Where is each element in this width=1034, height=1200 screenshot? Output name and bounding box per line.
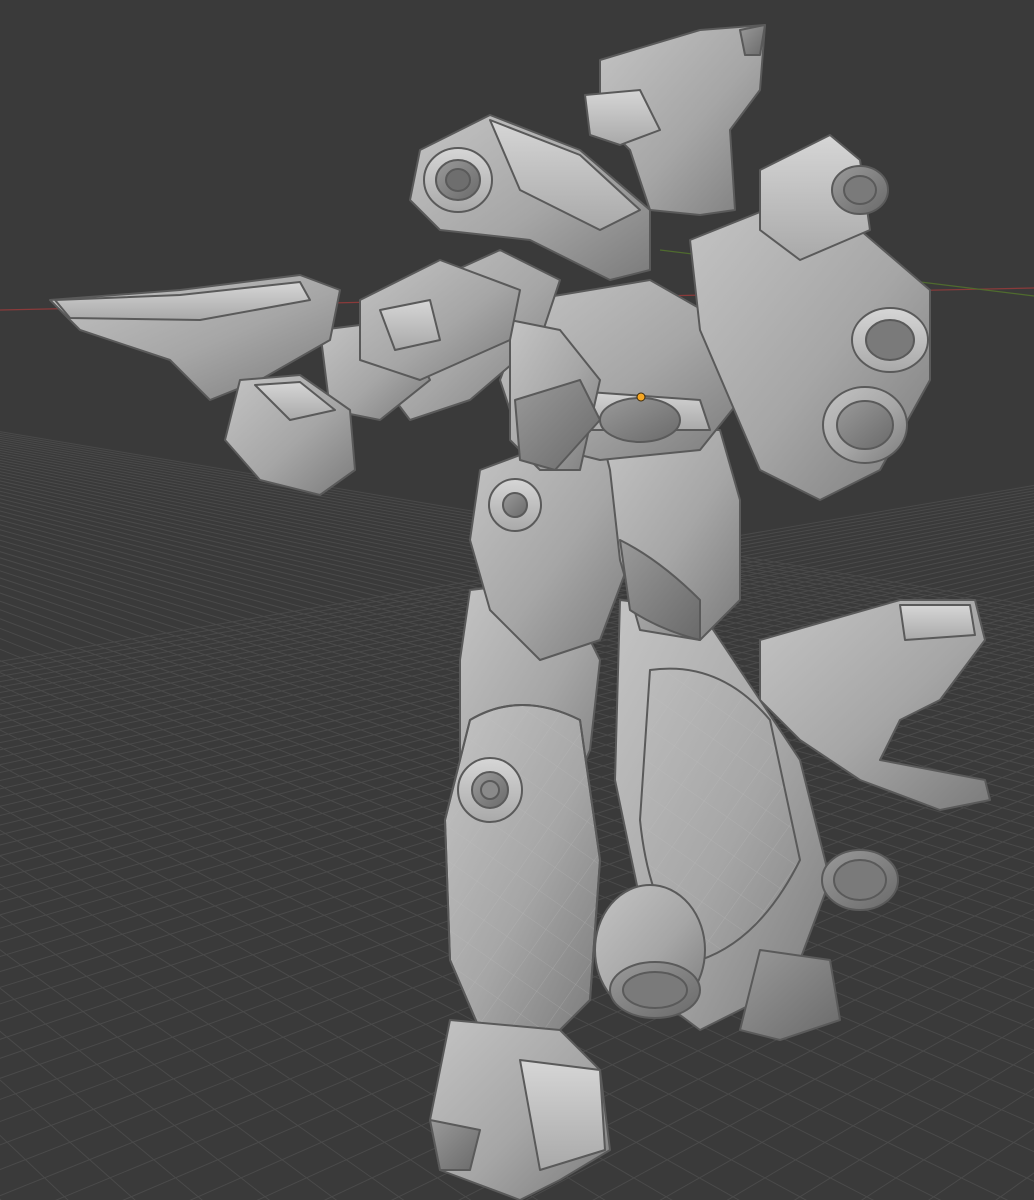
grid-line <box>1010 270 1034 1200</box>
object-origin-marker[interactable] <box>636 392 646 402</box>
3d-viewport[interactable] <box>0 0 1034 1200</box>
grid-line <box>0 1030 203 1200</box>
waist-skirt[interactable] <box>469 429 741 661</box>
robot-model[interactable] <box>49 24 991 1200</box>
viewport-scene[interactable] <box>0 0 1034 1200</box>
